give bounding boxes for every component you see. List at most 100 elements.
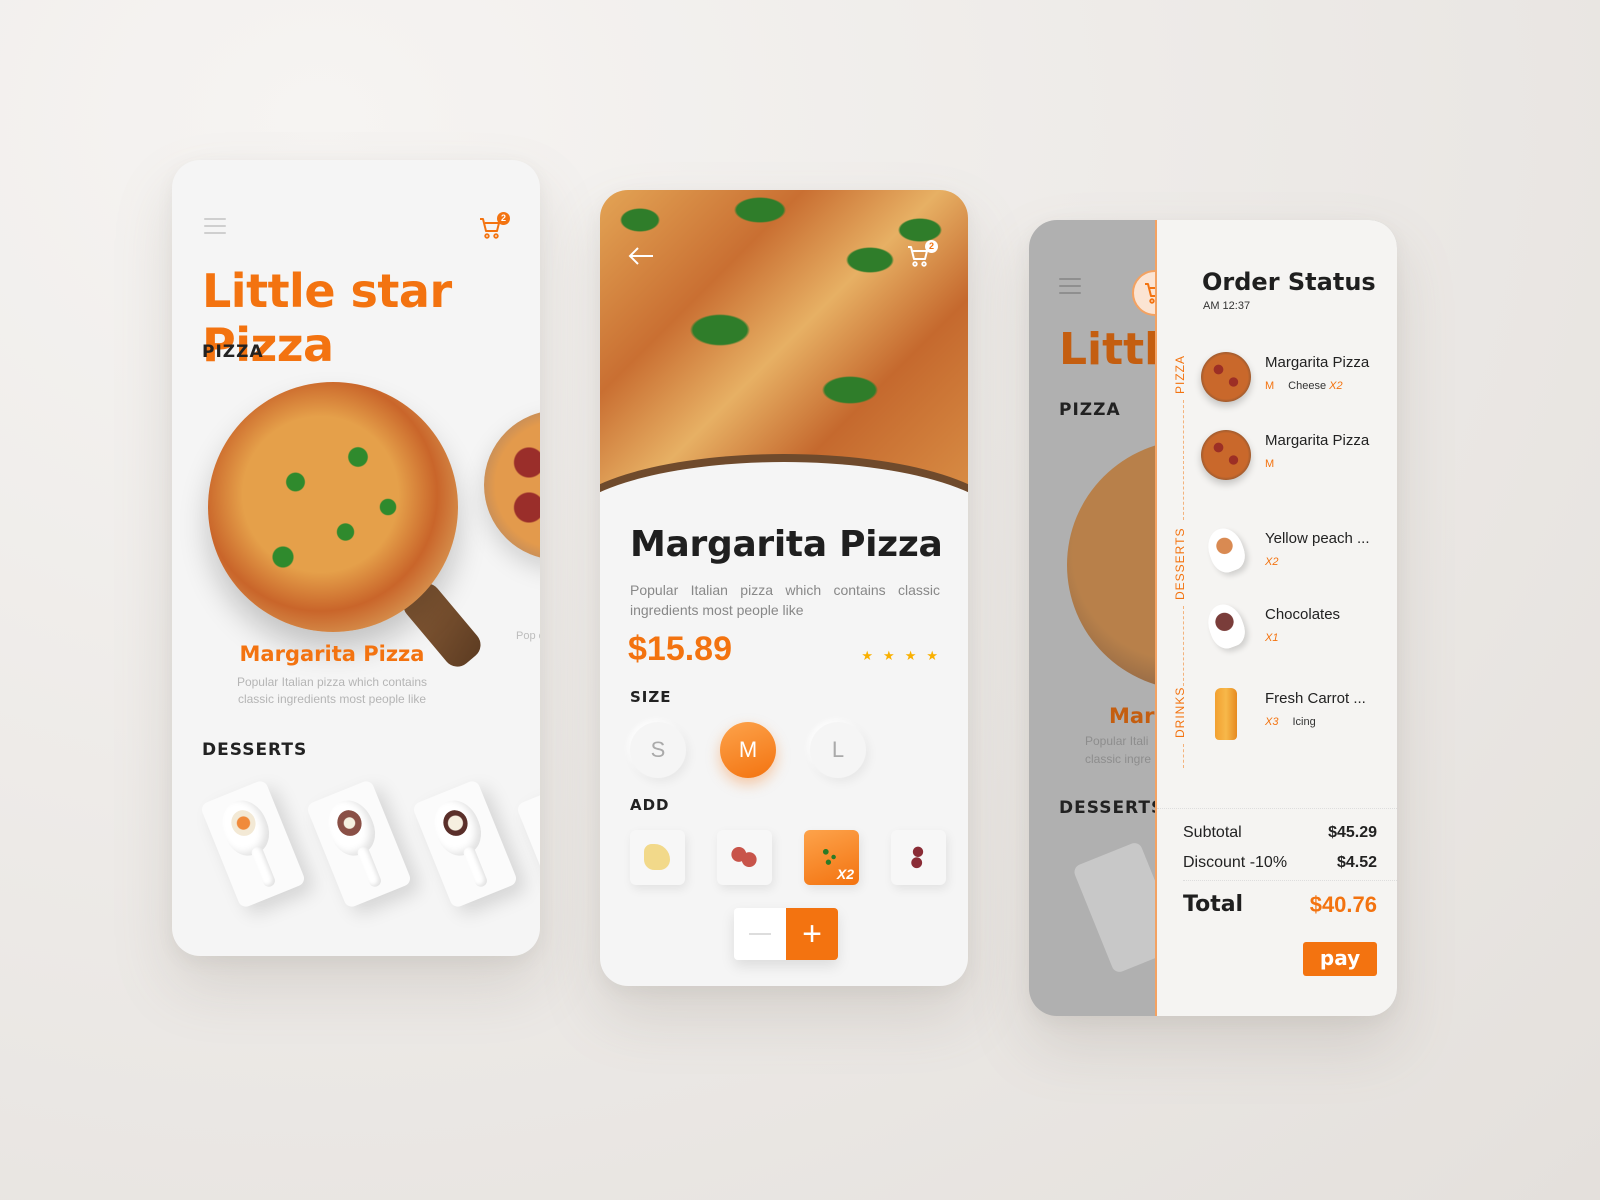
next-pizza-image[interactable] [484,410,540,560]
pizza-section-heading: PIZZA [202,342,264,362]
item-desc-dimmed: Popular Itali classic ingre [1085,734,1152,766]
decrease-button[interactable] [734,908,786,960]
increase-button[interactable]: + [786,908,838,960]
order-item[interactable]: Margarita Pizza M Cheese X2 [1201,352,1391,408]
size-option-m[interactable]: M [720,722,776,778]
salami-image [905,844,931,870]
dessert-thumbnail [1202,599,1250,653]
addon-ham[interactable] [717,830,772,885]
drink-thumbnail [1215,688,1237,740]
order-time: AM 12:37 [1203,300,1251,312]
desserts-heading-dimmed: DESSERTS [1059,798,1165,818]
order-item-size: M [1265,458,1275,470]
subtotal-label: Subtotal [1183,824,1242,841]
order-panel: Order Status AM 12:37 PIZZA DESSERTS DRI… [1155,220,1397,1016]
size-option-l[interactable]: L [810,722,866,778]
hamburger-menu-icon[interactable] [1059,278,1081,294]
category-label-drinks: DRINKS [1173,686,1187,738]
order-item-name: Yellow peach ... [1265,530,1370,547]
order-item-qty: X1 [1265,632,1279,644]
rating-stars: ★ ★ ★ ★ [861,648,938,664]
subtotal-row: Subtotal $45.29 [1183,824,1377,842]
dessert-thumbnail [1202,523,1250,577]
back-button[interactable] [628,246,654,266]
pizza-thumbnail [1201,352,1251,402]
order-item[interactable]: Margarita Pizza M [1201,430,1391,486]
order-item-extra: Icing [1292,716,1316,728]
category-label-pizza: PIZZA [1173,354,1187,394]
order-status-screen: Little PIZZA Marg Popular Itali classic … [1029,220,1397,1016]
order-item-name: Chocolates [1265,606,1341,623]
star-icon: ★ [883,648,895,663]
order-item-meta: X1 [1265,632,1278,644]
add-heading: ADD [630,796,670,814]
order-item-qty: X3 [1265,716,1279,728]
order-item-extra: Cheese [1288,380,1327,392]
order-item-meta: M [1265,458,1274,470]
order-item-name: Margarita Pizza [1265,432,1370,449]
size-selector: S M L [630,722,866,778]
discount-value: $4.52 [1336,854,1377,871]
cheese-image [644,844,670,870]
discount-row: Discount -10% $4.52 [1183,854,1377,872]
order-item-size: M [1265,380,1275,392]
addon-basil[interactable]: X2 [804,830,859,885]
pizza-section-heading-dimmed: PIZZA [1059,400,1121,420]
cart-count-badge: 2 [497,212,510,225]
order-status-title: Order Status [1202,268,1376,296]
item-description: Popular Italian pizza which contains cla… [630,582,940,618]
spoon-handle [355,845,383,889]
subtotal-value: $45.29 [1328,824,1377,841]
order-item-qty: X2 [1265,556,1279,568]
category-label-desserts: DESSERTS [1173,527,1187,600]
order-item[interactable]: Yellow peach ... X2 [1201,523,1391,584]
size-option-s[interactable]: S [630,722,686,778]
category-divider [1183,744,1184,768]
divider [1157,808,1397,809]
dessert-card[interactable] [305,778,413,910]
spoon-handle [249,845,277,889]
addon-list: X2 [630,830,946,885]
cart-button[interactable]: 2 [906,240,938,270]
addon-cheese[interactable] [630,830,685,885]
dessert-card[interactable] [199,778,307,910]
next-item-description: Pop cont [516,630,540,642]
dessert-card[interactable] [515,778,540,910]
star-icon: ★ [926,648,938,663]
discount-label: Discount -10% [1183,854,1288,871]
dessert-card[interactable] [411,778,519,910]
total-value: $40.76 [1309,892,1377,917]
featured-pizza-image[interactable] [208,382,458,632]
order-item-name: Fresh Carrot ... [1265,690,1366,707]
item-price: $15.89 [628,630,732,668]
addon-quantity: X2 [836,866,854,882]
pizza-hero-image [600,190,968,532]
divider [1183,880,1397,881]
total-row: Total $40.76 [1183,892,1377,918]
cart-button[interactable]: 2 [478,212,510,242]
featured-item-description: Popular Italian pizza which contains cla… [236,675,428,706]
order-item[interactable]: Chocolates X1 [1201,599,1391,660]
quantity-stepper: + [734,908,838,960]
total-label: Total [1183,892,1244,917]
desserts-section-heading: DESSERTS [202,740,308,760]
featured-item-name[interactable]: Margarita Pizza [172,642,492,666]
pay-button[interactable]: pay [1303,942,1377,976]
addon-salami[interactable] [891,830,946,885]
spoon-handle [461,845,489,889]
hamburger-menu-icon[interactable] [204,218,226,234]
ham-image [731,844,757,870]
order-item-meta: X3 Icing [1265,716,1316,728]
order-item-meta: X2 [1265,556,1278,568]
size-heading: SIZE [630,688,672,706]
star-icon: ★ [904,648,917,663]
minus-icon [749,933,771,935]
category-divider [1183,400,1184,520]
order-item[interactable]: Fresh Carrot ... X3 Icing [1201,688,1391,744]
arrow-left-icon [628,247,653,265]
category-divider [1183,606,1184,686]
star-icon: ★ [861,648,874,663]
order-item-meta: M Cheese X2 [1265,380,1343,392]
cart-count-badge: 2 [925,240,938,253]
order-item-name: Margarita Pizza [1265,354,1370,371]
